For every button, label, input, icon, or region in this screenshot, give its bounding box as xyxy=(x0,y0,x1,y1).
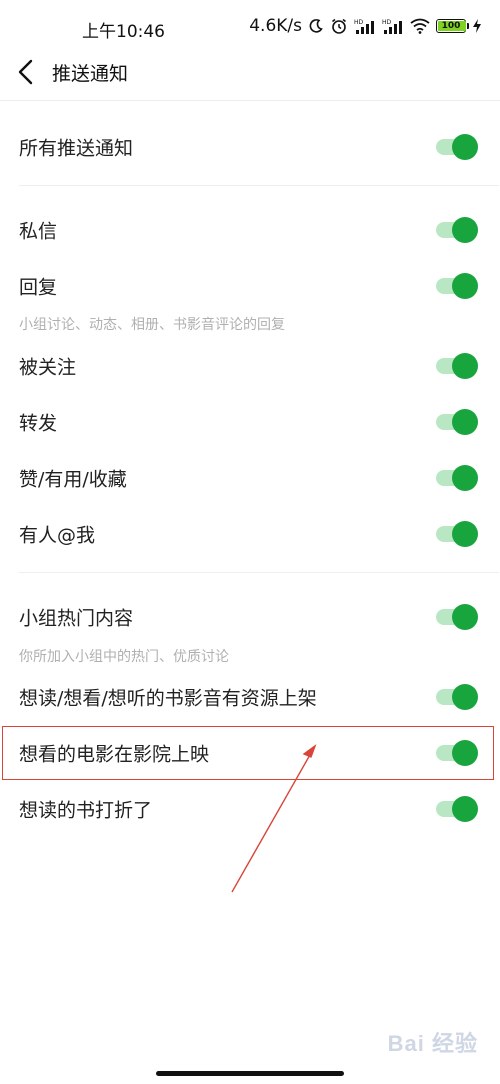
toggle-knob xyxy=(452,134,478,160)
highlight-box xyxy=(2,726,494,780)
page-title: 推送通知 xyxy=(52,63,129,85)
toggle-knob xyxy=(452,796,478,822)
svg-text:HD: HD xyxy=(354,19,364,26)
toggle-switch[interactable] xyxy=(436,273,478,299)
setting-hint-group-hot: 你所加入小组中的热门、优质讨论 xyxy=(19,649,229,665)
toggle-switch[interactable] xyxy=(436,134,478,160)
setting-row-forward[interactable]: 转发 xyxy=(0,394,500,450)
toggle-switch[interactable] xyxy=(436,604,478,630)
status-icons: 4.6K/s HD HD 100 xyxy=(249,16,482,36)
setting-row-all-push[interactable]: 所有推送通知 xyxy=(0,119,500,175)
setting-label: 被关注 xyxy=(19,356,77,379)
toggle-knob xyxy=(452,521,478,547)
setting-label: 想读的书打折了 xyxy=(19,799,153,822)
signal-icon-2: HD xyxy=(382,18,404,34)
toggle-knob xyxy=(452,353,478,379)
alarm-icon xyxy=(330,17,348,35)
network-speed: 4.6K/s xyxy=(249,16,302,36)
setting-row-group-hot[interactable]: 小组热门内容 xyxy=(0,589,500,645)
moon-icon xyxy=(308,18,324,34)
section-divider xyxy=(19,185,499,186)
setting-label: 小组热门内容 xyxy=(19,607,134,630)
battery-level: 100 xyxy=(441,20,461,31)
setting-label: 赞/有用/收藏 xyxy=(19,468,127,491)
setting-row-like[interactable]: 赞/有用/收藏 xyxy=(0,450,500,506)
toggle-switch[interactable] xyxy=(436,521,478,547)
toggle-knob xyxy=(452,409,478,435)
toggle-switch[interactable] xyxy=(436,796,478,822)
section-divider xyxy=(19,572,499,573)
setting-label: 回复 xyxy=(19,276,58,299)
chevron-left-icon xyxy=(17,59,35,89)
status-time: 上午10:46 xyxy=(82,22,165,42)
setting-label: 转发 xyxy=(19,412,58,435)
svg-text:HD: HD xyxy=(382,19,392,26)
setting-row-reply[interactable]: 回复 xyxy=(0,258,500,314)
setting-label: 所有推送通知 xyxy=(19,137,134,160)
setting-label: 有人@我 xyxy=(19,524,96,547)
toggle-switch[interactable] xyxy=(436,465,478,491)
home-indicator[interactable] xyxy=(156,1071,344,1076)
setting-row-private-message[interactable]: 私信 xyxy=(0,202,500,258)
setting-row-followed[interactable]: 被关注 xyxy=(0,338,500,394)
toggle-knob xyxy=(452,217,478,243)
toggle-switch[interactable] xyxy=(436,409,478,435)
toggle-switch[interactable] xyxy=(436,353,478,379)
charging-icon xyxy=(472,18,482,34)
battery-icon: 100 xyxy=(436,19,469,33)
toggle-knob xyxy=(452,273,478,299)
watermark-logo: Bai 经验 xyxy=(387,1031,478,1056)
setting-hint-reply: 小组讨论、动态、相册、书影音评论的回复 xyxy=(19,317,285,333)
toggle-knob xyxy=(452,604,478,630)
wifi-icon xyxy=(410,18,430,34)
toggle-knob xyxy=(452,684,478,710)
setting-label: 私信 xyxy=(19,220,58,243)
toggle-knob xyxy=(452,465,478,491)
setting-row-book-discount[interactable]: 想读的书打折了 xyxy=(0,781,500,837)
toggle-switch[interactable] xyxy=(436,684,478,710)
back-button[interactable] xyxy=(10,58,42,90)
setting-row-want-resources[interactable]: 想读/想看/想听的书影音有资源上架 xyxy=(0,669,500,725)
signal-icon: HD xyxy=(354,18,376,34)
toggle-switch[interactable] xyxy=(436,217,478,243)
setting-row-mention[interactable]: 有人@我 xyxy=(0,506,500,562)
app-header: 推送通知 xyxy=(0,48,500,101)
setting-label: 想读/想看/想听的书影音有资源上架 xyxy=(19,687,317,710)
